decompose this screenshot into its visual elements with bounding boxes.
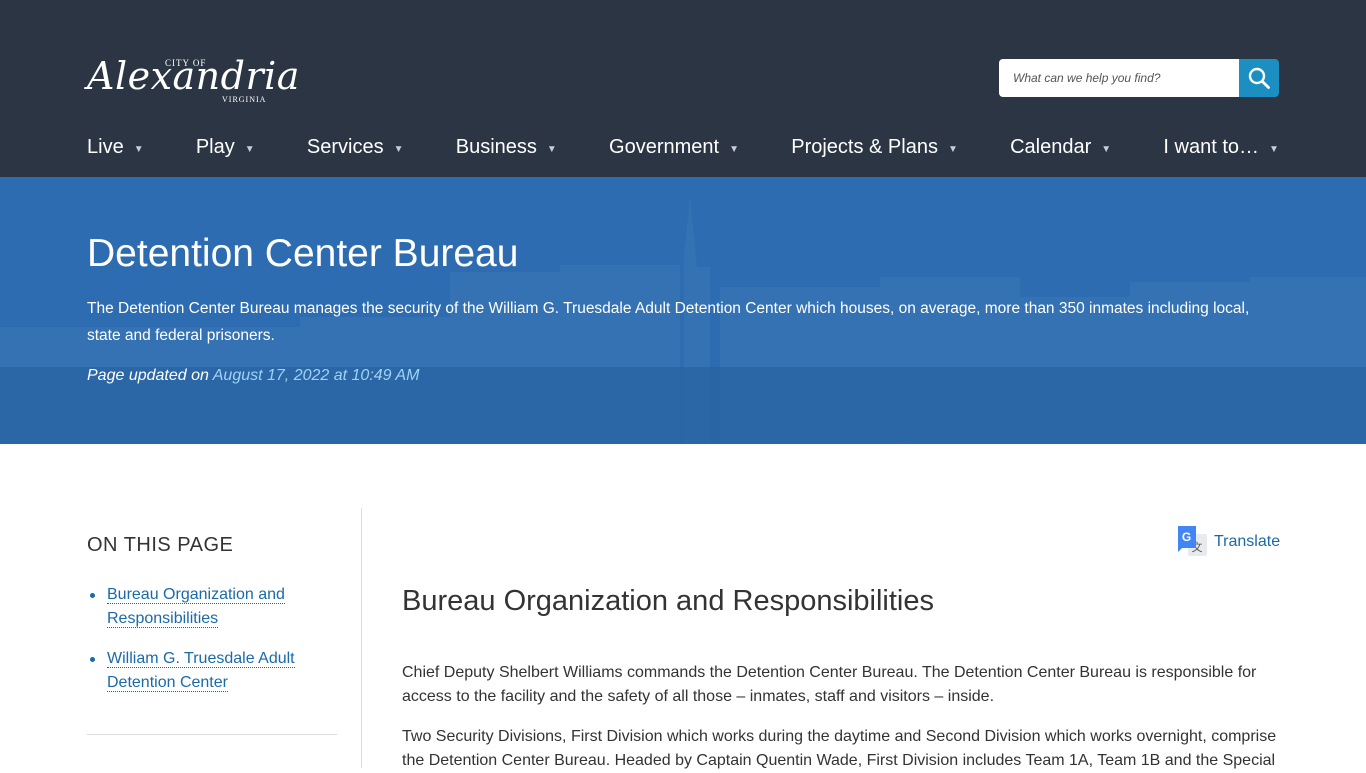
main-nav: Live ▼ Play ▼ Services ▼ Business ▼ Governme…	[87, 133, 1279, 161]
caret-down-icon: ▼	[546, 143, 557, 155]
caret-down-icon: ▼	[1269, 143, 1279, 155]
search-input[interactable]	[999, 59, 1240, 97]
vertical-divider	[361, 508, 362, 768]
nav-calendar[interactable]: Calendar ▼	[1010, 133, 1111, 161]
caret-down-icon: ▼	[947, 143, 958, 155]
site-header: CITY OF Alexandria VIRGINIA Live ▼ Play ▼ …	[0, 0, 1366, 177]
page-description: The Detention Center Bureau manages the …	[87, 300, 1250, 344]
sidebar-link-bureau-organization[interactable]: Bureau Organization and Responsibilities	[107, 586, 285, 628]
caret-down-icon: ▼	[393, 143, 404, 155]
page-title: Detention Center Bureau	[87, 232, 519, 275]
caret-down-icon: ▼	[729, 143, 739, 155]
sidebar-link-truesdale-center[interactable]: William G. Truesdale Adult Detention Cen…	[107, 650, 295, 692]
paragraph: Two Security Divisions, First Division w…	[402, 728, 1277, 769]
search-button[interactable]	[1239, 59, 1279, 97]
section-title: Bureau Organization and Responsibilities	[402, 585, 934, 617]
nav-label: Live	[87, 135, 124, 158]
divider	[87, 734, 337, 735]
nav-government[interactable]: Government ▼	[609, 133, 739, 161]
list-item: William G. Truesdale Adult Detention Cen…	[87, 647, 337, 695]
nav-label: Projects & Plans	[791, 135, 938, 158]
svg-text:G: G	[1182, 530, 1191, 544]
updated-date-link[interactable]: August 17, 2022 at 10:49 AM	[213, 367, 420, 384]
nav-label: Play	[195, 135, 235, 158]
caret-down-icon: ▼	[244, 143, 255, 155]
updated-label: Page updated on	[87, 367, 209, 384]
nav-label: Calendar	[1010, 135, 1092, 158]
sidebar-link-list: Bureau Organization and Responsibilities…	[87, 583, 337, 711]
nav-i-want-to[interactable]: I want to… ▼	[1163, 133, 1279, 161]
logo-state: VIRGINIA	[222, 95, 267, 104]
on-this-page-sidebar: ON THIS PAGE Bureau Organization and Res…	[87, 508, 337, 768]
paragraph: Chief Deputy Shelbert Williams commands …	[402, 664, 1257, 705]
translate-label: Translate	[1214, 533, 1281, 550]
nav-label: Services	[306, 135, 384, 158]
nav-live[interactable]: Live ▼	[87, 133, 144, 161]
list-item: Bureau Organization and Responsibilities	[87, 583, 337, 631]
search-bar	[999, 59, 1279, 97]
nav-play[interactable]: Play ▼	[196, 133, 255, 161]
caret-down-icon: ▼	[133, 143, 144, 155]
hero-banner: Detention Center Bureau The Detention Ce…	[0, 177, 1366, 444]
logo-name: Alexandria	[87, 54, 300, 98]
city-logo[interactable]: CITY OF Alexandria VIRGINIA	[87, 40, 299, 110]
translate-button[interactable]: 文 G Translate	[1178, 526, 1280, 558]
nav-projects-plans[interactable]: Projects & Plans ▼	[791, 133, 958, 161]
page-updated: Page updated on August 17, 2022 at 10:49…	[87, 367, 419, 385]
caret-down-icon: ▼	[1101, 143, 1112, 155]
nav-label: I want to…	[1163, 135, 1260, 158]
nav-label: Government	[609, 135, 720, 158]
search-icon	[1248, 67, 1270, 89]
nav-services[interactable]: Services ▼	[307, 133, 404, 161]
nav-business[interactable]: Business ▼	[456, 133, 557, 161]
google-translate-icon: 文 G	[1178, 526, 1207, 556]
sidebar-heading: ON THIS PAGE	[87, 534, 234, 556]
nav-label: Business	[455, 135, 537, 158]
